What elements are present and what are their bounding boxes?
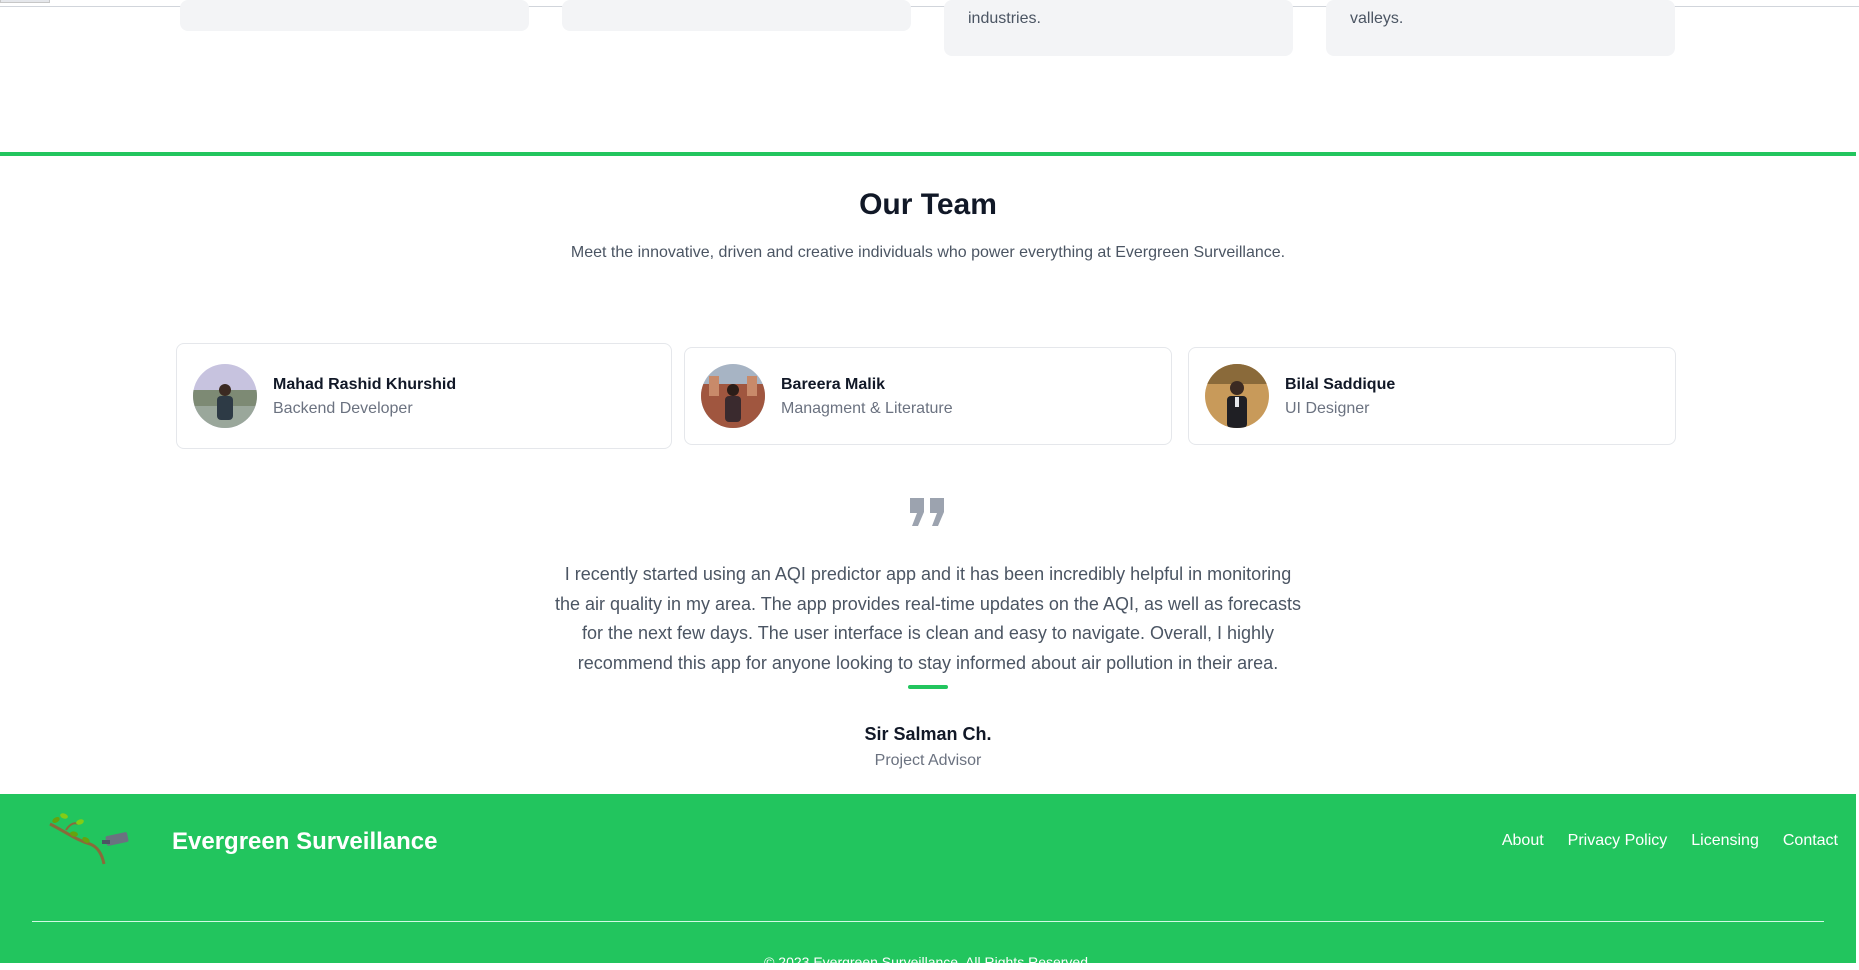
section-divider [0, 152, 1856, 156]
feature-card-text: valleys. [1350, 10, 1404, 27]
feature-card-1 [180, 0, 529, 31]
quote-icon [908, 496, 948, 533]
testimonial-text: I recently started using an AQI predicto… [554, 564, 1302, 673]
member-role: Managment & Literature [781, 400, 953, 417]
testimonial-accent-bar [908, 685, 948, 689]
team-card-bareera[interactable]: Bareera Malik Managment & Literature [684, 347, 1172, 445]
footer-copyright: © 2023 Evergreen Surveillance. All Right… [764, 954, 1092, 970]
avatar [193, 364, 257, 428]
feature-card-4: valleys. [1326, 0, 1675, 56]
team-title: Our Team [859, 188, 997, 221]
footer-divider [32, 921, 1824, 922]
member-name: Bareera Malik [781, 376, 886, 393]
member-role: UI Designer [1285, 400, 1370, 417]
footer-brand[interactable]: Evergreen Surveillance [172, 828, 437, 856]
team-subtitle: Meet the innovative, driven and creative… [570, 244, 1286, 261]
avatar [1205, 364, 1269, 428]
footer-link-about[interactable]: About [1502, 832, 1544, 850]
feature-card-text: industries. [968, 10, 1041, 27]
scroll-nub [0, 0, 50, 3]
team-card-mahad[interactable]: Mahad Rashid Khurshid Backend Developer [176, 343, 672, 449]
testimonial-author: Sir Salman Ch. [864, 724, 992, 744]
feature-card-2 [562, 0, 911, 31]
footer-link-privacy-policy[interactable]: Privacy Policy [1568, 832, 1668, 850]
footer-link-contact[interactable]: Contact [1783, 832, 1838, 850]
member-role: Backend Developer [273, 400, 413, 417]
footer-nav: About Privacy Policy Licensing Contact [1502, 832, 1838, 850]
member-name: Bilal Saddique [1285, 376, 1396, 393]
team-card-bilal[interactable]: Bilal Saddique UI Designer [1188, 347, 1676, 445]
avatar [701, 364, 765, 428]
member-name: Mahad Rashid Khurshid [273, 376, 457, 393]
branch-camera-logo-icon[interactable] [46, 810, 138, 873]
feature-card-3: industries. [944, 0, 1293, 56]
testimonial-author-role: Project Advisor [874, 752, 982, 769]
footer-link-licensing[interactable]: Licensing [1691, 832, 1759, 850]
footer: Evergreen Surveillance About Privacy Pol… [0, 794, 1856, 970]
